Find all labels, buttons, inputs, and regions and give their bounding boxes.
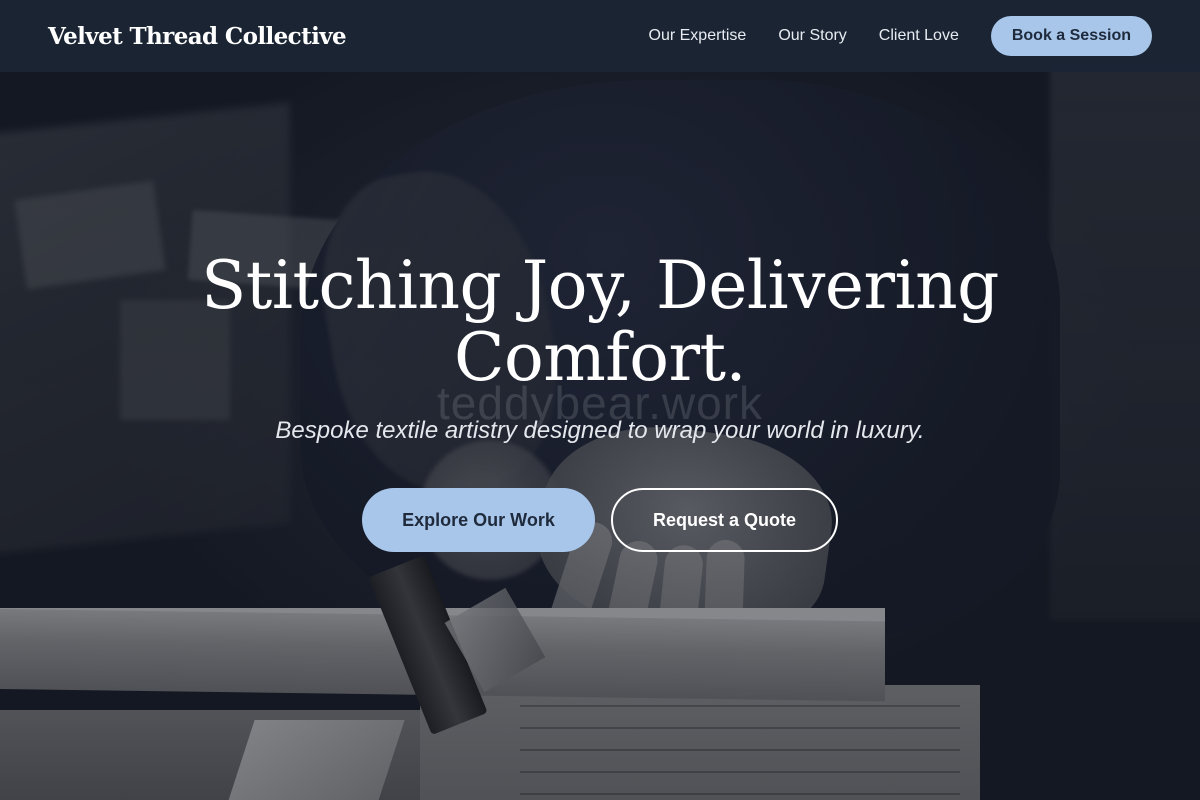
hero-subtitle: Bespoke textile artistry designed to wra… <box>275 417 925 444</box>
hero-button-group: Explore Our Work Request a Quote <box>362 488 838 552</box>
hero-title: Stitching Joy, Delivering Comfort. <box>150 250 1050 394</box>
hero-title-line-1: Stitching Joy, Delivering <box>201 247 999 324</box>
hero-section: Stitching Joy, Delivering Comfort. teddy… <box>0 0 1200 800</box>
explore-our-work-button[interactable]: Explore Our Work <box>362 488 595 552</box>
request-quote-button[interactable]: Request a Quote <box>611 488 838 552</box>
